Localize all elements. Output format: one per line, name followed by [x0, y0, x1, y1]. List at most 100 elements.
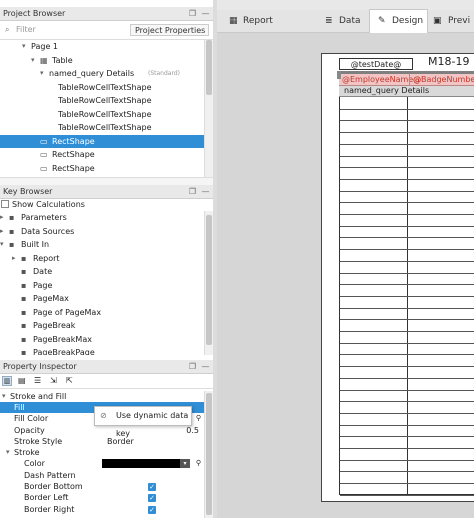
chevron-down-icon[interactable]: ▾	[0, 238, 4, 252]
grid-row-line	[340, 342, 474, 344]
project-browser-toolbar: ⌕ Filter Project Properties	[0, 22, 213, 40]
report-title[interactable]: M18-19 Ea	[428, 55, 474, 68]
project-tree-item[interactable]: TableRowCellTextShape	[0, 81, 205, 95]
resize-handle[interactable]	[337, 71, 341, 79]
rect-grid[interactable]	[339, 97, 474, 496]
property-group-row[interactable]: ▾ Stroke and Fill	[0, 391, 205, 402]
minimize-icon[interactable]: —	[201, 9, 210, 18]
property-row[interactable]: Border Right ✓	[0, 504, 205, 515]
chevron-down-icon[interactable]: ▾	[22, 40, 26, 54]
key-tree-item[interactable]: ▪ Page	[0, 279, 205, 293]
key-icon: ▪	[21, 307, 27, 317]
key-tree-item[interactable]: ▸ ▪ Parameters	[0, 211, 205, 225]
expand-all-icon[interactable]: ⇲	[50, 376, 57, 385]
key-tree-item[interactable]: ▾ ▪ Built In	[0, 238, 205, 252]
date-key-textbox[interactable]: @testDate@	[339, 58, 413, 70]
details-band[interactable]: named_query Details	[339, 86, 474, 97]
key-tree-item[interactable]: ▸ ▪ Data Sources	[0, 225, 205, 239]
data-key-icon[interactable]: ⚲	[196, 413, 201, 424]
show-calculations-label: Show Calculations	[12, 200, 85, 209]
tab-design[interactable]: ✎ Design	[369, 9, 428, 33]
grid-row-line	[340, 459, 474, 461]
minimize-icon[interactable]: —	[201, 362, 210, 371]
project-tree-item[interactable]: ▾ ▦ Table	[0, 54, 205, 68]
float-icon[interactable]: ❐	[188, 362, 197, 371]
chevron-right-icon[interactable]: ▸	[12, 252, 16, 266]
dropdown-icon[interactable]: ▾	[180, 459, 190, 469]
use-dynamic-data-key-item[interactable]: Use dynamic data key	[116, 407, 191, 443]
filter-input[interactable]: Filter	[16, 25, 36, 34]
key-tree-item-label: Built In	[21, 240, 50, 249]
tab-data[interactable]: ≣ Data	[321, 10, 369, 32]
project-tree-item[interactable]: ▭ RectShape	[0, 134, 205, 148]
grid-row-line	[340, 377, 474, 379]
scrollbar-thumb[interactable]	[206, 40, 212, 95]
property-name: Fill Color	[14, 414, 49, 424]
project-tree-item[interactable]: TableRowCellTextShape	[0, 121, 205, 135]
project-properties-label: Project Properties	[135, 26, 206, 35]
checkbox-checked[interactable]: ✓	[148, 505, 156, 514]
chevron-right-icon[interactable]: ▸	[0, 211, 4, 225]
minimize-icon[interactable]: —	[201, 187, 210, 196]
property-name: Color	[24, 459, 45, 469]
key-tree-item[interactable]: ▪ Date	[0, 265, 205, 279]
property-scrollbar[interactable]	[204, 391, 213, 518]
grid-row-line	[340, 448, 474, 449]
project-tree-item[interactable]: ▭ RectShape	[0, 162, 205, 176]
chevron-down-icon[interactable]: ▾	[31, 54, 35, 68]
chevron-down-icon[interactable]: ▾	[40, 67, 44, 81]
grid-row-line	[340, 401, 474, 403]
checkbox-checked[interactable]: ✓	[148, 483, 156, 492]
property-row[interactable]: ▾ Stroke	[0, 447, 205, 458]
checkbox-checked[interactable]: ✓	[148, 494, 156, 503]
key-tree-item[interactable]: ▪ PageBreakMax	[0, 333, 205, 347]
project-properties-button[interactable]: Project Properties	[130, 24, 209, 36]
table-header-band[interactable]: @EmployeeName@ @BadgeNumber@	[339, 74, 474, 86]
property-row[interactable]: Color ▾ ⚲	[0, 458, 205, 469]
scrollbar-thumb[interactable]	[206, 215, 212, 345]
grid-row-line	[340, 494, 474, 496]
alphabetical-view-icon[interactable]: ▤	[18, 376, 26, 385]
folder-icon: ▪	[21, 253, 27, 263]
key-tree-item[interactable]: ▪ PageMax	[0, 292, 205, 306]
grid-row-line	[340, 284, 474, 286]
grid-row-line	[340, 237, 474, 239]
tab-preview[interactable]: ▣ Previ	[431, 10, 474, 32]
chevron-down-icon[interactable]: ▾	[6, 447, 10, 458]
tab-report-overview[interactable]: ▦ Report Overview	[225, 10, 315, 48]
project-tree-item[interactable]: ▾ named_query Details (Standard)	[0, 67, 205, 81]
key-tree-item[interactable]: ▪ PageBreak	[0, 319, 205, 333]
key-tree-item[interactable]: ▸ ▪ Report	[0, 252, 205, 266]
key-tree-item[interactable]: ▪ Page of PageMax	[0, 306, 205, 320]
categorized-view-icon[interactable]: ▥	[2, 376, 12, 386]
project-tree-item[interactable]: ▾ Page 1	[0, 40, 205, 54]
property-row[interactable]: Dash Pattern	[0, 470, 205, 481]
grid-row-line	[340, 132, 474, 134]
key-tree-item-label: PageMax	[33, 294, 69, 303]
color-swatch[interactable]	[102, 459, 180, 469]
float-icon[interactable]: ❐	[188, 9, 197, 18]
project-tree-item-label: TableRowCellTextShape	[58, 82, 152, 92]
collapse-all-icon[interactable]: ⇱	[66, 376, 73, 385]
list-view-icon[interactable]: ☰	[34, 376, 41, 385]
report-page[interactable]: @testDate@ M18-19 Ea @EmployeeName@ @Bad…	[321, 53, 474, 502]
key-tree-item[interactable]: ▪ PageBreakPage	[0, 346, 205, 355]
project-tree-item-label: RectShape	[52, 136, 95, 146]
property-row[interactable]: Border Bottom ✓	[0, 481, 205, 492]
project-tree-scrollbar[interactable]	[204, 40, 213, 177]
chevron-right-icon[interactable]: ▸	[0, 225, 4, 239]
table-icon: ▦	[40, 55, 48, 65]
project-tree-item-label: Table	[52, 55, 73, 65]
key-tree-scrollbar[interactable]	[204, 211, 213, 355]
scrollbar-thumb[interactable]	[206, 393, 212, 515]
project-tree-item[interactable]: TableRowCellTextShape	[0, 108, 205, 122]
show-calculations-checkbox[interactable]	[1, 200, 9, 208]
project-tree-item[interactable]: ▭ RectShape	[0, 148, 205, 162]
key-icon: ▪	[21, 294, 27, 303]
float-icon[interactable]: ❐	[188, 187, 197, 196]
design-canvas[interactable]: @testDate@ M18-19 Ea @EmployeeName@ @Bad…	[217, 33, 474, 518]
property-row[interactable]: Border Left ✓	[0, 492, 205, 503]
data-key-icon[interactable]: ⚲	[196, 458, 201, 469]
project-tree-item[interactable]: TableRowCellTextShape	[0, 94, 205, 108]
badge-number-cell[interactable]: @BadgeNumber@	[413, 75, 474, 84]
